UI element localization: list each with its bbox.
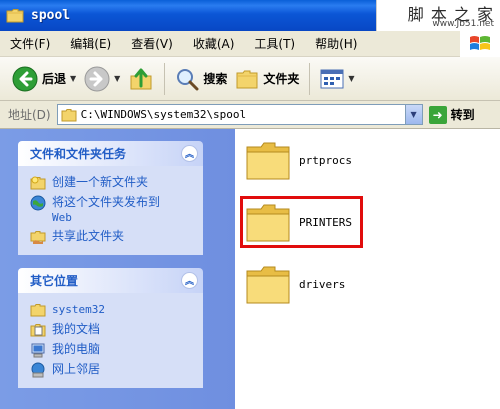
file-tasks-panel: 文件和文件夹任务 ︽ 创建一个新文件夹 将这个文件夹发布到 Web 共享此文件夹 [18,141,203,255]
task-publish-web[interactable]: 将这个文件夹发布到 Web [30,195,197,225]
menu-file[interactable]: 文件(F) [10,35,50,52]
folder-icon [246,266,290,304]
other-places-header[interactable]: 其它位置 ︽ [18,268,203,293]
address-input[interactable]: C:\WINDOWS\system32\spool ▼ [56,104,423,125]
folder-icon [6,9,24,23]
task-publish-web-label-2: Web [52,211,72,224]
chevron-down-icon[interactable]: ▼ [70,74,76,83]
folder-label-drivers: drivers [299,277,346,291]
address-label: 地址(D) [8,108,51,122]
up-folder-icon [130,68,152,89]
folder-icon [236,70,258,88]
task-new-folder[interactable]: 创建一个新文件夹 [30,175,197,191]
windows-logo-icon [460,31,500,57]
place-system32[interactable]: system32 [30,302,197,318]
menu-help[interactable]: 帮助(H) [315,35,357,52]
task-publish-web-label: 将这个文件夹发布到 [52,195,161,209]
search-icon [177,68,199,90]
file-tasks-title: 文件和文件夹任务 [30,147,127,161]
share-folder-icon [30,231,46,244]
folders-button[interactable]: 文件夹 [231,62,303,96]
file-view: prtprocs PRINTERS drivers [235,129,500,409]
task-share-folder[interactable]: 共享此文件夹 [30,229,197,245]
place-my-computer[interactable]: 我的电脑 [30,342,197,358]
address-dropdown-icon[interactable]: ▼ [404,105,422,124]
toolbar-separator [164,62,166,95]
other-places-panel: 其它位置 ︽ system32 我的文档 我的电脑 网上邻居 [18,268,203,388]
chevron-down-icon[interactable]: ▼ [348,74,354,83]
collapse-icon[interactable]: ︽ [181,272,198,289]
address-value: C:\WINDOWS\system32\spool [80,108,247,121]
network-icon [31,362,45,378]
menu-favorites[interactable]: 收藏(A) [193,35,235,52]
go-arrow-icon: ➜ [428,105,447,124]
go-label: 转到 [450,108,475,122]
menu-edit[interactable]: 编辑(E) [70,35,111,52]
folders-label: 文件夹 [263,72,300,86]
folder-icon [246,142,290,180]
folder-icon [30,304,46,317]
collapse-icon[interactable]: ︽ [181,145,198,162]
watermark: 脚 本 之 家 www.Jb51.net [376,0,500,31]
go-button[interactable]: ➜ 转到 [428,105,475,124]
folder-label-prtprocs: prtprocs [299,153,352,167]
up-folder-button[interactable] [124,62,158,96]
menu-view[interactable]: 查看(V) [131,35,173,52]
folder-item-prtprocs[interactable]: prtprocs [245,139,352,181]
back-arrow-icon [12,66,38,91]
forward-button[interactable]: ▼ [80,62,124,96]
watermark-sub: www.Jb51.net [432,19,494,29]
folder-item-drivers[interactable]: drivers [245,263,345,305]
chevron-down-icon[interactable]: ▼ [114,74,120,83]
task-pane: 文件和文件夹任务 ︽ 创建一个新文件夹 将这个文件夹发布到 Web 共享此文件夹… [0,129,235,409]
highlight-box [240,196,363,248]
place-my-documents[interactable]: 我的文档 [30,322,197,338]
toolbar-separator [309,62,311,95]
place-network-label: 网上邻居 [52,362,101,376]
other-places-title: 其它位置 [30,274,79,288]
menu-tools[interactable]: 工具(T) [254,35,295,52]
file-tasks-body: 创建一个新文件夹 将这个文件夹发布到 Web 共享此文件夹 [18,166,203,255]
window-title: spool [31,8,71,23]
forward-arrow-icon [84,66,110,91]
file-tasks-header[interactable]: 文件和文件夹任务 ︽ [18,141,203,166]
task-share-folder-label: 共享此文件夹 [52,229,125,243]
place-my-computer-label: 我的电脑 [52,342,101,356]
my-computer-icon [31,343,45,358]
back-button[interactable]: 后退 ▼ [8,62,80,96]
views-icon [320,69,344,88]
globe-icon [30,195,46,211]
address-bar: 地址(D) C:\WINDOWS\system32\spool ▼ ➜ 转到 [0,101,500,129]
search-label: 搜索 [203,72,228,86]
views-button[interactable]: ▼ [316,62,358,96]
place-network[interactable]: 网上邻居 [30,362,197,378]
toolbar: 后退 ▼ ▼ 搜索 文件夹 ▼ [0,57,500,101]
back-label: 后退 [42,72,67,86]
other-places-body: system32 我的文档 我的电脑 网上邻居 [18,293,203,388]
new-folder-icon [30,176,46,190]
folder-icon [61,108,77,121]
place-my-documents-label: 我的文档 [52,322,101,336]
place-system32-label: system32 [52,303,105,316]
task-new-folder-label: 创建一个新文件夹 [52,175,149,189]
menu-bar: 文件(F) 编辑(E) 查看(V) 收藏(A) 工具(T) 帮助(H) [0,31,500,57]
my-documents-icon [30,324,46,337]
search-button[interactable]: 搜索 [171,62,231,96]
